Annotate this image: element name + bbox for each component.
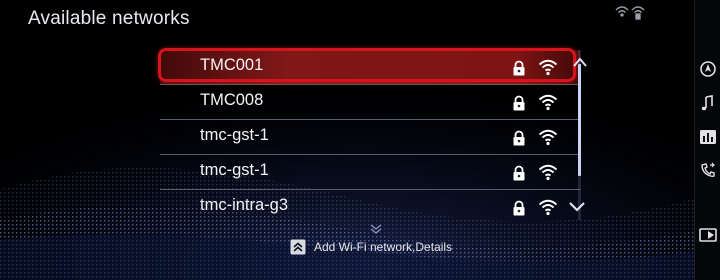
wifi-networks-screen: Available networks TMC001 TMC008 tmc-gst… <box>0 0 720 280</box>
wifi-signal-icon <box>538 94 558 111</box>
equalizer-icon[interactable] <box>699 128 717 146</box>
wifi-signal-icon <box>538 199 558 216</box>
phone-icon[interactable] <box>699 162 717 180</box>
selection-highlight <box>158 48 576 82</box>
network-row[interactable]: tmc-intra-g3 <box>160 190 580 224</box>
network-name: tmc-gst-1 <box>200 161 269 179</box>
chevron-up-icon[interactable] <box>572 56 588 68</box>
more-chevron-icon <box>370 224 382 234</box>
add-network-label: Add Wi-Fi network,Details <box>314 240 453 254</box>
network-row[interactable]: TMC008 <box>160 85 580 120</box>
network-name: tmc-intra-g3 <box>200 196 289 214</box>
scrollbar-handle[interactable] <box>578 64 581 176</box>
lock-icon <box>513 130 525 146</box>
wifi-hotspot-icon <box>631 6 645 20</box>
page-title: Available networks <box>28 8 190 29</box>
status-icons <box>615 6 645 20</box>
wifi-signal-icon <box>615 6 629 17</box>
navigation-icon[interactable] <box>699 60 717 78</box>
network-row[interactable]: tmc-gst-1 <box>160 120 580 155</box>
music-note-icon[interactable] <box>699 94 717 112</box>
network-name: TMC008 <box>200 91 264 109</box>
wifi-signal-icon <box>538 164 558 181</box>
wifi-signal-icon <box>538 129 558 146</box>
double-chevron-up-icon <box>290 239 306 255</box>
lock-icon <box>513 165 525 181</box>
network-name: tmc-gst-1 <box>200 126 269 144</box>
add-network-button[interactable]: Add Wi-Fi network,Details <box>290 238 452 256</box>
right-sidebar <box>694 0 720 280</box>
chevron-down-icon[interactable] <box>568 200 586 212</box>
network-row[interactable]: tmc-gst-1 <box>160 155 580 190</box>
lock-icon <box>513 95 525 111</box>
lock-icon <box>513 200 525 216</box>
media-icon[interactable] <box>699 226 717 244</box>
